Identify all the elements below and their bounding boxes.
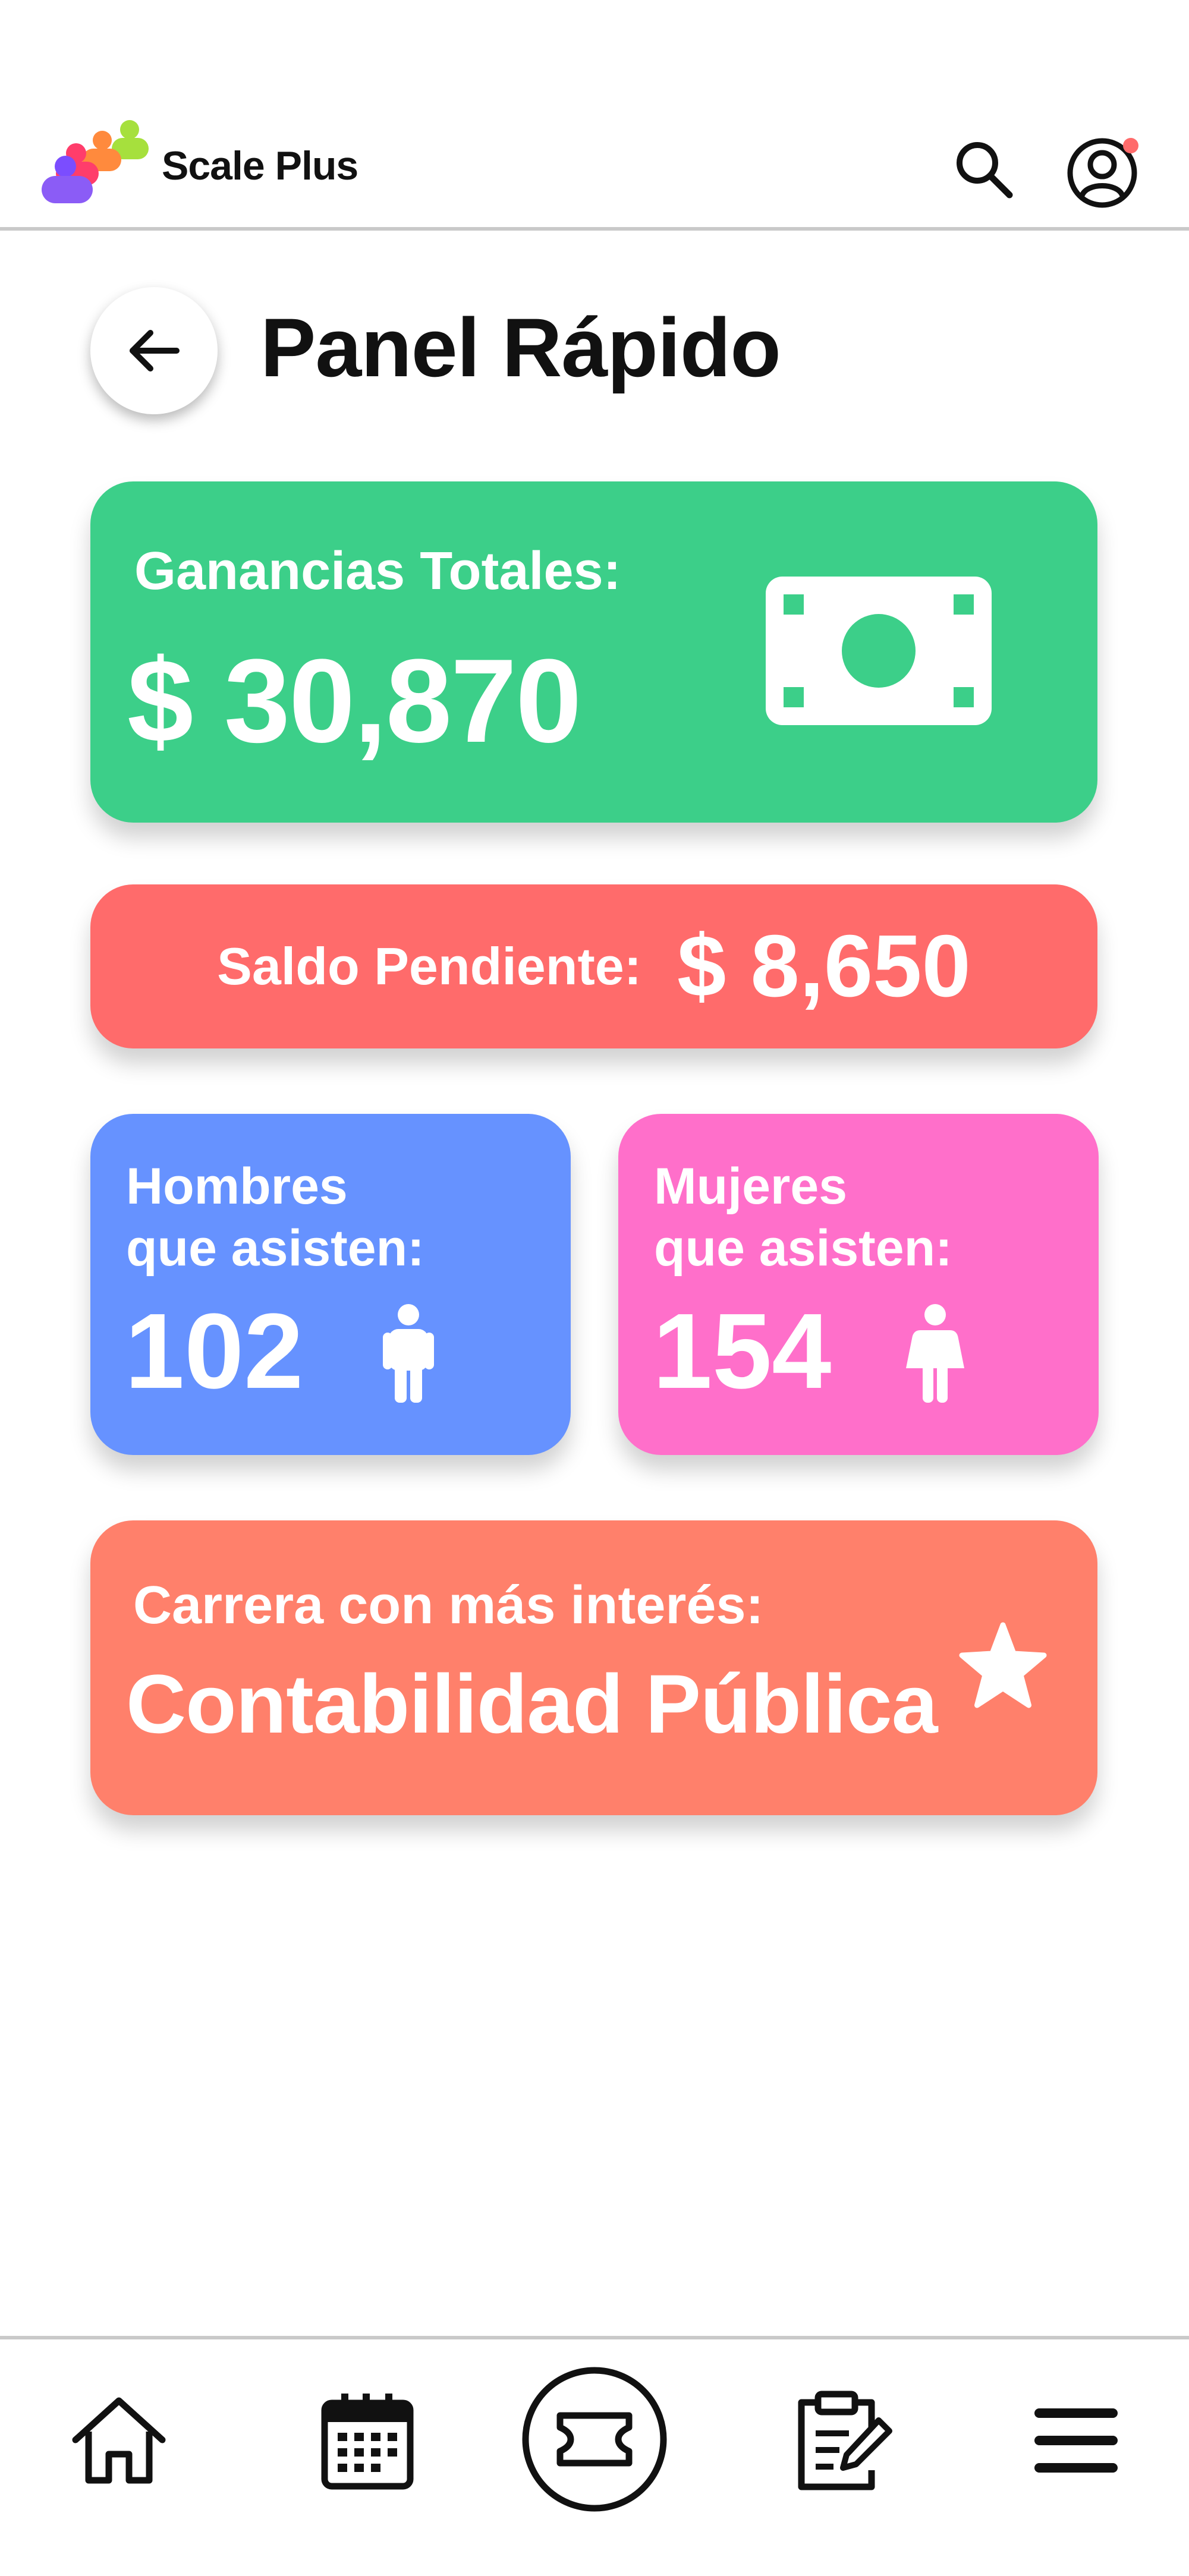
female-icon: [906, 1304, 964, 1403]
nav-tickets[interactable]: [521, 2366, 668, 2513]
nav-calendar[interactable]: [308, 2381, 427, 2500]
men-count: 102: [125, 1292, 304, 1411]
money-bill-icon: [766, 577, 992, 725]
men-label-line1: Hombres: [126, 1158, 348, 1215]
app-name: Scale Plus: [162, 143, 358, 188]
nav-forms[interactable]: [784, 2381, 902, 2500]
nav-menu[interactable]: [1017, 2381, 1135, 2500]
women-label: Mujeres que asisten:: [654, 1155, 1082, 1279]
career-label: Carrera con más interés:: [133, 1576, 764, 1635]
men-label-line2: que asisten:: [126, 1220, 424, 1277]
men-attendance-card[interactable]: Hombres que asisten: 102: [90, 1114, 571, 1455]
clipboard-edit-icon: [798, 2391, 892, 2490]
search-icon[interactable]: [951, 137, 1017, 202]
app-header: Scale Plus: [0, 0, 1189, 231]
menu-icon: [1034, 2408, 1118, 2473]
notification-dot: [1123, 138, 1138, 153]
earnings-label: Ganancias Totales:: [134, 541, 621, 601]
women-label-line2: que asisten:: [654, 1220, 952, 1277]
calendar-icon: [321, 2394, 414, 2490]
bottom-nav: [0, 2336, 1189, 2576]
career-value: Contabilidad Pública: [126, 1657, 938, 1750]
nav-home[interactable]: [59, 2381, 178, 2500]
back-button[interactable]: [90, 287, 218, 414]
men-label: Hombres que asisten:: [126, 1155, 554, 1279]
women-count: 154: [653, 1292, 832, 1411]
earnings-value: $ 30,870: [127, 635, 582, 767]
male-icon: [383, 1304, 434, 1403]
home-icon: [72, 2397, 166, 2484]
women-attendance-card[interactable]: Mujeres que asisten: 154: [618, 1114, 1099, 1455]
balance-value: $ 8,650: [677, 917, 971, 1015]
page-title: Panel Rápido: [260, 301, 781, 394]
arrow-left-icon: [130, 330, 180, 371]
balance-card[interactable]: Saldo Pendiente: $ 8,650: [90, 884, 1097, 1048]
top-career-card[interactable]: Carrera con más interés: Contabilidad Pú…: [90, 1520, 1097, 1815]
women-label-line1: Mujeres: [654, 1158, 848, 1215]
balance-label: Saldo Pendiente:: [217, 937, 642, 996]
user-circle-icon[interactable]: [1065, 134, 1143, 211]
people-logo-icon[interactable]: [40, 119, 159, 208]
ticket-icon: [522, 2367, 667, 2512]
earnings-card[interactable]: Ganancias Totales: $ 30,870: [90, 481, 1097, 823]
star-icon: [959, 1622, 1047, 1708]
